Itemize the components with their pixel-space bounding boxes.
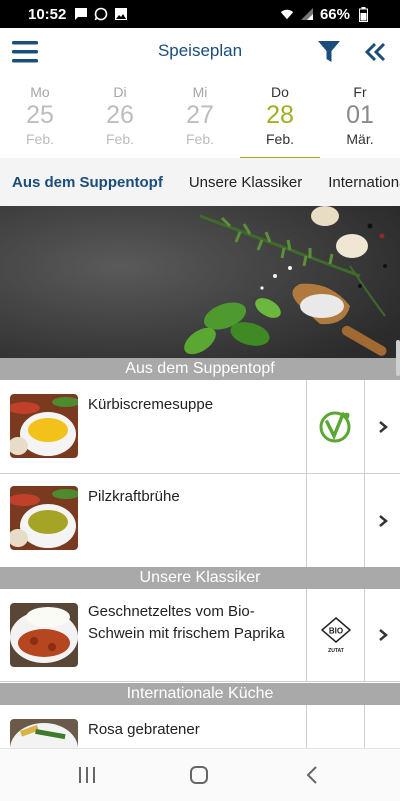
badge-cell <box>306 380 365 473</box>
recent-apps-icon[interactable] <box>77 765 99 785</box>
date-day: 25 <box>26 101 54 129</box>
vegetarian-icon <box>319 408 353 449</box>
badge-cell <box>306 705 365 748</box>
back-icon[interactable] <box>302 765 324 785</box>
date-item-fri[interactable]: Fr 01 Mär. <box>320 78 400 158</box>
section-header: Internationale Küche <box>0 683 400 705</box>
date-month: Feb. <box>185 131 214 147</box>
home-icon[interactable] <box>188 765 210 785</box>
dish-thumbnail <box>10 603 78 667</box>
double-chevron-left-icon[interactable] <box>364 40 388 64</box>
dish-name: Kürbiscremesuppe <box>88 396 214 413</box>
chevron-right-icon[interactable] <box>364 474 400 567</box>
menu-item-row[interactable]: Rosa gebratener <box>0 705 400 748</box>
battery-icon <box>356 6 370 22</box>
dish-name: Pilzkraftbrühe <box>88 488 180 505</box>
date-item-thu-selected[interactable]: Do 28 Feb. <box>240 78 320 159</box>
dish-thumbnail <box>10 719 78 748</box>
date-item-wed[interactable]: Mi 27 Feb. <box>160 78 240 158</box>
chevron-right-icon[interactable] <box>364 705 400 748</box>
hero-image <box>0 206 400 358</box>
date-weekday: Do <box>271 84 289 100</box>
status-bar: 10:52 66% <box>0 0 400 28</box>
date-strip: Mo 25 Feb. Di 26 Feb. Mi 27 Feb. Do 28 F… <box>0 78 400 159</box>
message-icon <box>74 7 88 21</box>
section-header: Unsere Klassiker <box>0 567 400 589</box>
category-tabs: Aus dem Suppentopf Unsere Klassiker Inte… <box>0 158 400 206</box>
chevron-right-icon[interactable] <box>364 380 400 473</box>
status-time: 10:52 <box>28 5 67 23</box>
date-day: 28 <box>266 101 294 129</box>
bio-zutat-icon: BIO ZUTAT <box>320 617 352 654</box>
date-day: 26 <box>106 101 134 129</box>
bio-caption: ZUTAT <box>328 648 344 654</box>
tab-suppentopf[interactable]: Aus dem Suppentopf <box>12 174 163 191</box>
date-weekday: Mi <box>192 84 208 100</box>
badge-cell <box>306 474 365 567</box>
status-right: 66% <box>280 6 370 23</box>
tab-klassiker[interactable]: Unsere Klassiker <box>189 174 302 191</box>
dish-name: Rosa gebratener <box>88 721 200 738</box>
date-item-tue[interactable]: Di 26 Feb. <box>80 78 160 158</box>
dish-thumbnail <box>10 486 78 550</box>
section-header: Aus dem Suppentopf <box>0 358 400 380</box>
date-day: 27 <box>186 101 214 129</box>
wifi-icon <box>280 7 294 21</box>
chevron-right-icon[interactable] <box>364 589 400 681</box>
date-month: Feb. <box>105 131 134 147</box>
bio-label: BIO <box>329 627 343 636</box>
date-month: Mär. <box>346 131 374 147</box>
gallery-icon <box>114 7 128 21</box>
scrollbar-thumb[interactable] <box>396 340 400 376</box>
menu-item-row[interactable]: Geschnetzeltes vom Bio-Schwein mit frisc… <box>0 589 400 682</box>
date-item-mon[interactable]: Mo 25 Feb. <box>0 78 80 158</box>
battery-percent: 66% <box>319 5 350 23</box>
date-weekday: Mo <box>30 84 50 100</box>
tab-international[interactable]: Internationale Küche <box>328 174 400 191</box>
menu-item-row[interactable]: Pilzkraftbrühe <box>0 474 400 568</box>
date-weekday: Fr <box>353 84 367 100</box>
signal-icon <box>300 7 314 21</box>
dish-thumbnail <box>10 394 78 458</box>
date-month: Feb. <box>25 131 54 147</box>
dish-name: Geschnetzeltes vom Bio-Schwein mit frisc… <box>88 603 285 642</box>
date-month: Feb. <box>265 131 294 147</box>
badge-cell: BIO ZUTAT <box>306 589 365 681</box>
app-bar: Speiseplan <box>0 28 400 76</box>
whatsapp-icon <box>94 7 108 21</box>
system-nav-bar <box>0 748 400 801</box>
notification-icons <box>74 7 128 21</box>
filter-icon[interactable] <box>316 39 342 65</box>
date-weekday: Di <box>113 84 127 100</box>
menu-item-row[interactable]: Kürbiscremesuppe <box>0 380 400 474</box>
date-day: 01 <box>346 101 374 129</box>
